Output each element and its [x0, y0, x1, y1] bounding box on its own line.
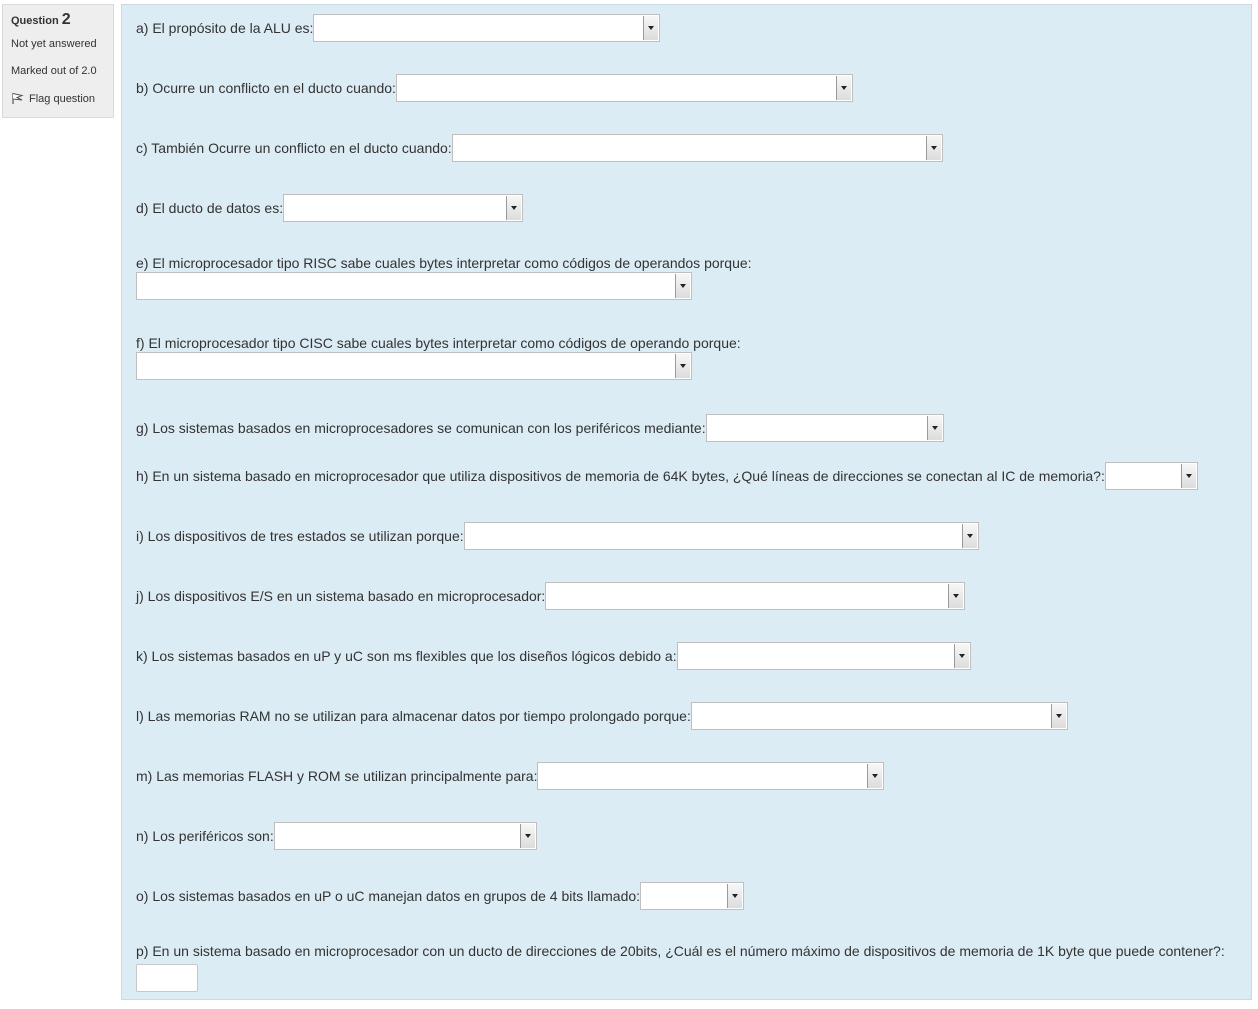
question-g: g) Los sistemas basados en microprocesad…: [136, 414, 944, 442]
flag-question-label: Flag question: [29, 92, 96, 105]
question-info-panel: Question 2 Not yet answered Marked out o…: [2, 4, 114, 118]
chevron-down-icon: [519, 824, 535, 848]
question-b: b) Ocurre un conflicto en el ducto cuand…: [136, 74, 853, 102]
answer-select-e[interactable]: [136, 272, 692, 300]
question-k: k) Los sistemas basados en uP y uC son m…: [136, 642, 971, 670]
answer-select-n[interactable]: [273, 822, 537, 850]
question-label: o) Los sistemas basados en uP o uC manej…: [136, 888, 641, 904]
flag-question-button[interactable]: Flag question: [11, 92, 113, 105]
answer-input-p[interactable]: [136, 964, 198, 992]
chevron-down-icon: [948, 584, 964, 608]
question-label: i) Los dispositivos de tres estados se u…: [136, 528, 464, 544]
chevron-down-icon: [835, 76, 851, 100]
question-number: Question 2: [11, 11, 113, 29]
question-h: h) En un sistema basado en microprocesad…: [136, 462, 1198, 490]
question-label: g) Los sistemas basados en microprocesad…: [136, 420, 706, 436]
answer-select-l[interactable]: [690, 702, 1068, 730]
question-m: m) Las memorias FLASH y ROM se utilizan …: [136, 762, 885, 790]
question-content: a) El propósito de la ALU es: b) Ocurre …: [121, 4, 1252, 1000]
chevron-down-icon: [675, 274, 690, 298]
chevron-down-icon: [953, 644, 969, 668]
flag-icon: [12, 93, 24, 104]
answer-select-a[interactable]: [313, 14, 661, 42]
answer-select-i[interactable]: [463, 522, 979, 550]
question-n: n) Los periféricos son:: [136, 822, 537, 850]
question-state: Not yet answered: [11, 38, 97, 50]
question-label: h) En un sistema basado en microprocesad…: [136, 468, 1105, 484]
question-c: c) También Ocurre un conflicto en el duc…: [136, 134, 943, 162]
question-label: n) Los periféricos son:: [136, 828, 274, 844]
answer-select-m[interactable]: [537, 762, 885, 790]
chevron-down-icon: [926, 416, 942, 440]
question-label: c) También Ocurre un conflicto en el duc…: [136, 140, 452, 156]
chevron-down-icon: [643, 16, 659, 40]
question-grade: Marked out of 2.0: [11, 65, 97, 77]
answer-select-o[interactable]: [640, 882, 745, 910]
answer-select-d[interactable]: [283, 194, 524, 222]
question-label: Question: [11, 15, 59, 27]
chevron-down-icon: [727, 884, 743, 908]
answer-select-b[interactable]: [395, 74, 853, 102]
question-i: i) Los dispositivos de tres estados se u…: [136, 522, 979, 550]
question-a: a) El propósito de la ALU es:: [136, 14, 661, 42]
chevron-down-icon: [506, 196, 522, 220]
question-p: p) En un sistema basado en microprocesad…: [136, 939, 1226, 992]
question-label: e) El microprocesador tipo RISC sabe cua…: [136, 255, 752, 271]
question-l: l) Las memorias RAM no se utilizan para …: [136, 702, 1068, 730]
question-label: f) El microprocesador tipo CISC sabe cua…: [136, 335, 741, 351]
question-f: f) El microprocesador tipo CISC sabe cua…: [136, 335, 741, 380]
question-label: k) Los sistemas basados en uP y uC son m…: [136, 648, 677, 664]
question-e: e) El microprocesador tipo RISC sabe cua…: [136, 255, 752, 300]
question-label: a) El propósito de la ALU es:: [136, 20, 314, 36]
question-label: j) Los dispositivos E/S en un sistema ba…: [136, 588, 546, 604]
chevron-down-icon: [925, 136, 941, 160]
question-label: m) Las memorias FLASH y ROM se utilizan …: [136, 768, 538, 784]
question-label: b) Ocurre un conflicto en el ducto cuand…: [136, 80, 396, 96]
question-j: j) Los dispositivos E/S en un sistema ba…: [136, 582, 966, 610]
chevron-down-icon: [961, 524, 977, 548]
answer-select-j[interactable]: [545, 582, 966, 610]
answer-select-g[interactable]: [705, 414, 944, 442]
chevron-down-icon: [867, 764, 883, 788]
chevron-down-icon: [675, 354, 690, 378]
question-label: l) Las memorias RAM no se utilizan para …: [136, 708, 691, 724]
chevron-down-icon: [1050, 704, 1066, 728]
answer-select-k[interactable]: [676, 642, 971, 670]
question-o: o) Los sistemas basados en uP o uC manej…: [136, 882, 745, 910]
question-label: d) El ducto de datos es:: [136, 200, 284, 216]
question-number-value: 2: [61, 11, 71, 28]
chevron-down-icon: [1180, 464, 1196, 488]
answer-select-f[interactable]: [136, 352, 692, 380]
answer-select-c[interactable]: [451, 134, 943, 162]
question-label: p) En un sistema basado en microprocesad…: [136, 943, 1225, 959]
answer-select-h[interactable]: [1104, 462, 1198, 490]
question-d: d) El ducto de datos es:: [136, 194, 524, 222]
